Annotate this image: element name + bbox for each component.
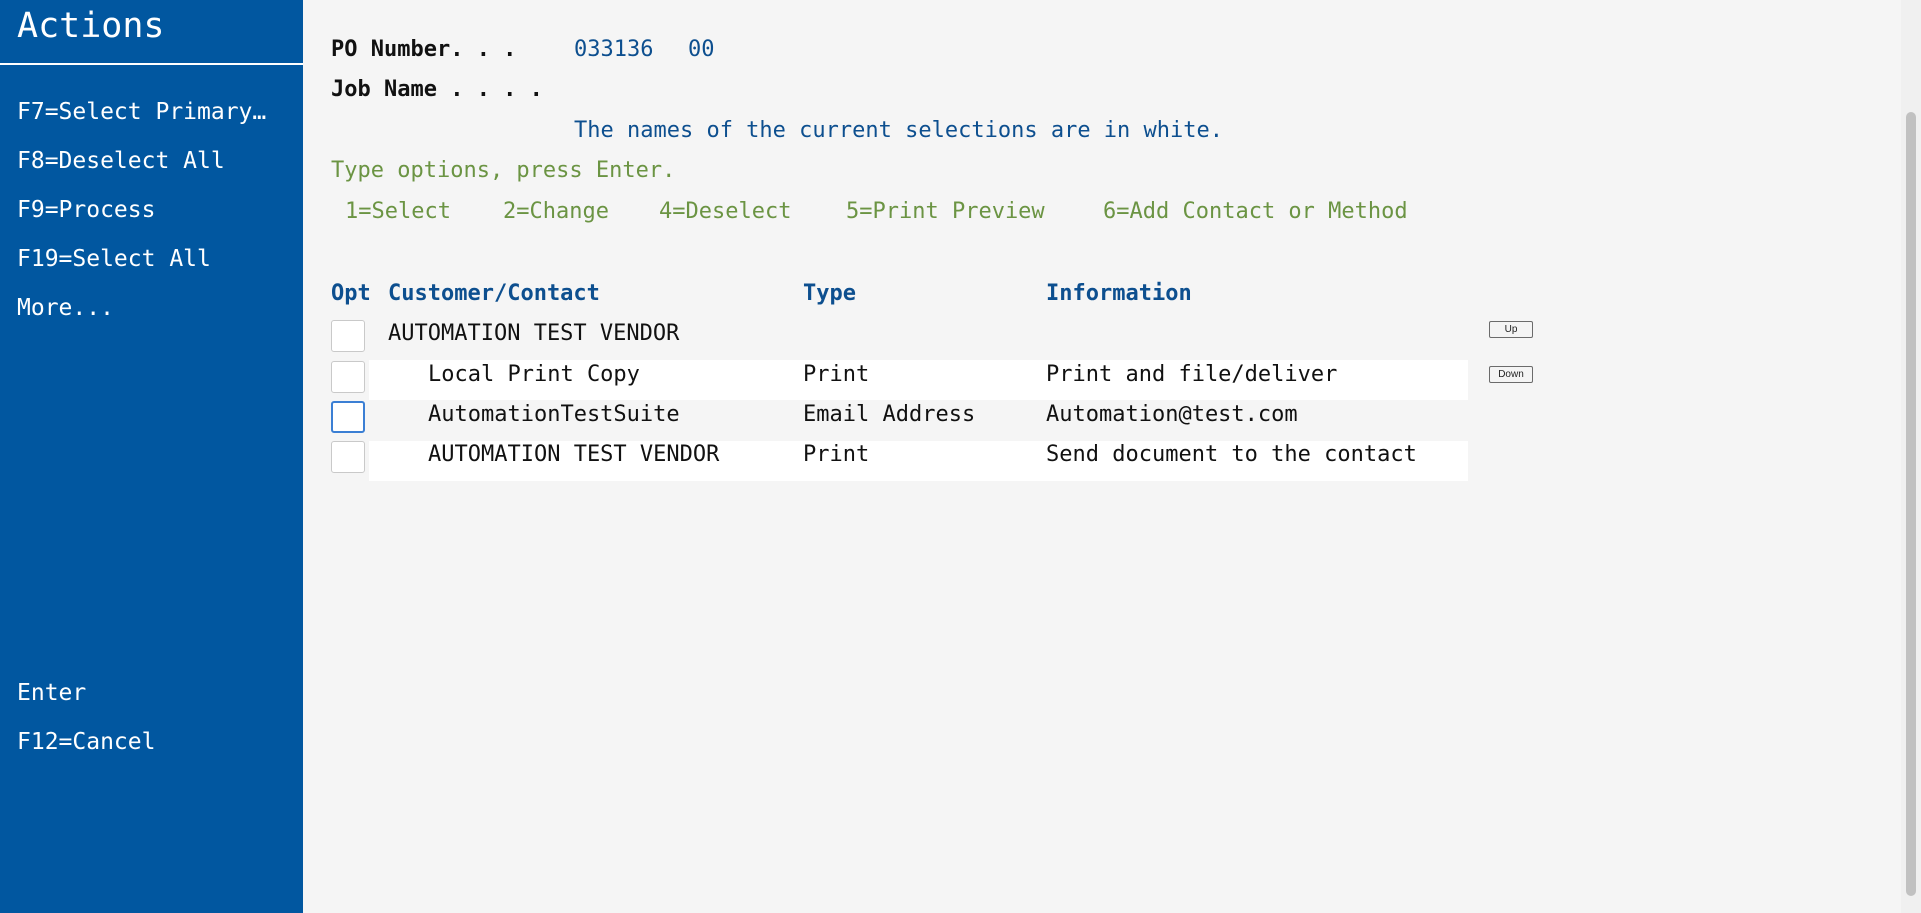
page-down-button[interactable]: Down: [1489, 366, 1533, 383]
column-header-information: Information: [1046, 281, 1192, 306]
table-row-type: Email Address: [803, 402, 976, 427]
page-up-button[interactable]: Up: [1489, 321, 1533, 338]
option-print-preview: 5=Print Preview: [846, 199, 1045, 224]
info-message: The names of the current selections are …: [574, 118, 1224, 143]
option-input[interactable]: [331, 441, 365, 473]
scrollbar-thumb[interactable]: [1906, 112, 1916, 896]
table-row-type: Print: [803, 362, 870, 387]
column-header-customer: Customer/Contact: [388, 281, 600, 306]
option-input[interactable]: [331, 320, 365, 352]
option-input[interactable]: [331, 401, 365, 433]
column-header-opt: Opt: [331, 281, 371, 306]
table-row-type: Print: [803, 442, 870, 467]
table-row-customer: AutomationTestSuite: [428, 402, 680, 427]
po-number-label: PO Number. . .: [331, 37, 517, 62]
main-panel: PO Number. . . 033136 00 Job Name . . . …: [303, 0, 1901, 913]
sidebar-title: Actions: [17, 6, 165, 46]
sidebar-divider: [0, 63, 303, 65]
table-row-information: Print and file/deliver: [1046, 362, 1338, 387]
option-add-contact: 6=Add Contact or Method: [1103, 199, 1408, 224]
column-header-type: Type: [803, 281, 856, 306]
action-f19-select-all[interactable]: F19=Select All: [17, 244, 285, 274]
option-input[interactable]: [331, 361, 365, 393]
table-row-information: Automation@test.com: [1046, 402, 1298, 427]
action-f9-process[interactable]: F9=Process: [17, 195, 285, 225]
po-number-suffix: 00: [688, 37, 715, 62]
table-row-information: Send document to the contact: [1046, 442, 1417, 467]
action-f7-select-primary[interactable]: F7=Select Primary…: [17, 97, 285, 127]
table-row-customer: AUTOMATION TEST VENDOR: [428, 442, 720, 467]
action-more[interactable]: More...: [17, 293, 285, 323]
instructions-text: Type options, press Enter.: [331, 158, 676, 183]
table-row-customer: Local Print Copy: [428, 362, 640, 387]
option-select: 1=Select: [345, 199, 451, 224]
action-enter[interactable]: Enter: [17, 678, 285, 708]
vertical-scrollbar[interactable]: [1901, 0, 1921, 913]
job-name-label: Job Name . . . .: [331, 77, 543, 102]
table-row-customer: AUTOMATION TEST VENDOR: [388, 321, 680, 346]
action-f8-deselect-all[interactable]: F8=Deselect All: [17, 146, 285, 176]
po-number-value: 033136: [574, 37, 654, 62]
action-f12-cancel[interactable]: F12=Cancel: [17, 727, 285, 757]
option-change: 2=Change: [503, 199, 609, 224]
option-deselect: 4=Deselect: [659, 199, 792, 224]
actions-sidebar: Actions F7=Select Primary… F8=Deselect A…: [0, 0, 303, 913]
